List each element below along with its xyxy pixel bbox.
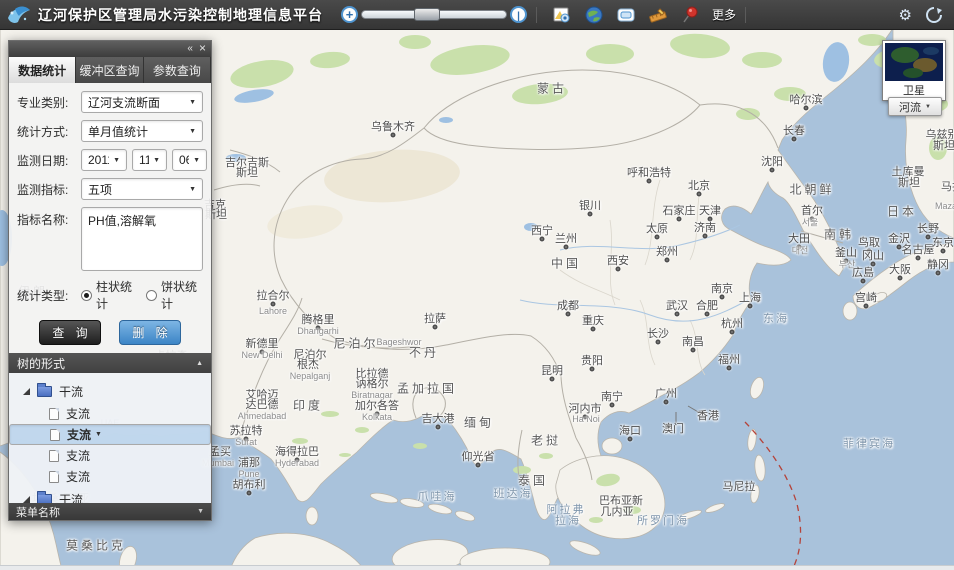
category-label: 专业类别: [17, 94, 81, 111]
satellite-thumbnail [885, 43, 943, 81]
zoom-control [341, 6, 527, 23]
stat-type-label: 统计类型: [17, 287, 81, 304]
globe-icon[interactable] [584, 5, 604, 25]
file-icon [50, 429, 60, 441]
tree-expand-icon[interactable] [23, 388, 30, 395]
tab-parameter-query[interactable]: 参数查询 [144, 57, 211, 83]
stat-method-label: 统计方式: [17, 123, 81, 140]
indicator-select[interactable]: 五项 [81, 178, 203, 200]
logout-icon[interactable] [924, 5, 944, 25]
panel-close-icon[interactable] [199, 43, 206, 55]
tree-node-mainstream[interactable]: 干流 [9, 487, 211, 503]
panel-titlebar [9, 41, 211, 57]
stat-method-select[interactable]: 单月值统计 [81, 120, 203, 142]
file-icon [49, 450, 59, 462]
tab-data-statistics[interactable]: 数据统计 [9, 57, 76, 83]
radio-button[interactable] [81, 290, 92, 301]
month-select[interactable]: 11 [132, 149, 167, 171]
tree-node-tributary[interactable]: 支流 [9, 466, 211, 487]
zoom-reset-button[interactable] [510, 6, 527, 23]
toolbar-divider [745, 7, 746, 23]
tree-section-header[interactable]: 树的形式 [9, 353, 211, 373]
collapse-caret-icon [196, 360, 203, 367]
tab-buffer-query[interactable]: 缓冲区查询 [76, 57, 143, 83]
map-layers-icon[interactable] [552, 5, 572, 25]
delete-button[interactable]: 删 除 [119, 320, 181, 345]
folder-icon [37, 386, 52, 397]
tree-expand-icon[interactable] [23, 496, 30, 503]
menu-name-bar[interactable]: 菜单名称 [9, 503, 211, 520]
rivers-layer-button[interactable]: 河流 [888, 97, 942, 116]
panel-tabs: 数据统计 缓冲区查询 参数查询 [9, 57, 211, 83]
category-select[interactable]: 辽河支流断面 [81, 91, 203, 113]
settings-gear-icon[interactable] [899, 6, 912, 24]
extent-tool-icon[interactable] [616, 5, 636, 25]
header: 辽河保护区管理局水污染控制地理信息平台 [0, 0, 954, 30]
folder-icon [37, 494, 52, 504]
file-icon [49, 471, 59, 483]
measure-tool-icon[interactable] [648, 5, 668, 25]
satellite-label: 卫星 [885, 81, 943, 98]
tree-node-tributary[interactable]: 支流 [9, 424, 211, 445]
date-label: 监测日期: [17, 152, 81, 169]
year-select[interactable]: 2011 [81, 149, 127, 171]
indicator-name-label: 指标名称: [17, 207, 81, 228]
indicator-name-input[interactable]: PH值,溶解氧 [81, 207, 203, 271]
statistics-form: 专业类别: 辽河支流断面 统计方式: 单月值统计 监测日期: 2011 11 [9, 83, 211, 353]
tree-node-tributary[interactable]: 支流 [9, 445, 211, 466]
zoom-in-button[interactable] [341, 6, 358, 23]
file-icon [49, 408, 59, 420]
tree-node-mainstream[interactable]: 干流 [9, 379, 211, 403]
form-buttons: 查 询 删 除 [17, 320, 203, 345]
expand-caret-icon [197, 508, 204, 515]
panel-collapse-icon[interactable] [187, 44, 193, 54]
toolbar-divider [536, 7, 537, 23]
zoom-slider-handle[interactable] [414, 8, 440, 21]
day-select[interactable]: 06 [172, 149, 207, 171]
page-title: 辽河保护区管理局水污染控制地理信息平台 [38, 5, 323, 25]
radio-button[interactable] [146, 290, 157, 301]
map-bottom-edge [0, 565, 954, 570]
river-tree: 干流支流支流支流支流干流 [9, 373, 211, 503]
query-panel: 数据统计 缓冲区查询 参数查询 专业类别: 辽河支流断面 统计方式: 单月值统计… [8, 40, 212, 521]
application-window: 蒙古乌鲁木齐哈尔滨长春沈阳呼和浩特北京石家庄天津太原济南郑州银川西宁兰州中国西安… [0, 0, 954, 570]
indicator-label: 监测指标: [17, 181, 81, 198]
header-right-group [899, 5, 944, 25]
app-logo [6, 4, 32, 26]
satellite-view-button[interactable]: 卫星 [882, 40, 946, 101]
pie-statistics-option[interactable]: 饼状统计 [146, 278, 203, 312]
pin-marker-icon[interactable] [680, 5, 700, 25]
tree-node-tributary[interactable]: 支流 [9, 403, 211, 424]
zoom-slider[interactable] [361, 10, 507, 19]
bar-statistics-option[interactable]: 柱状统计 [81, 278, 138, 312]
query-button[interactable]: 查 询 [39, 320, 101, 345]
more-menu-button[interactable]: 更多 [712, 6, 736, 23]
